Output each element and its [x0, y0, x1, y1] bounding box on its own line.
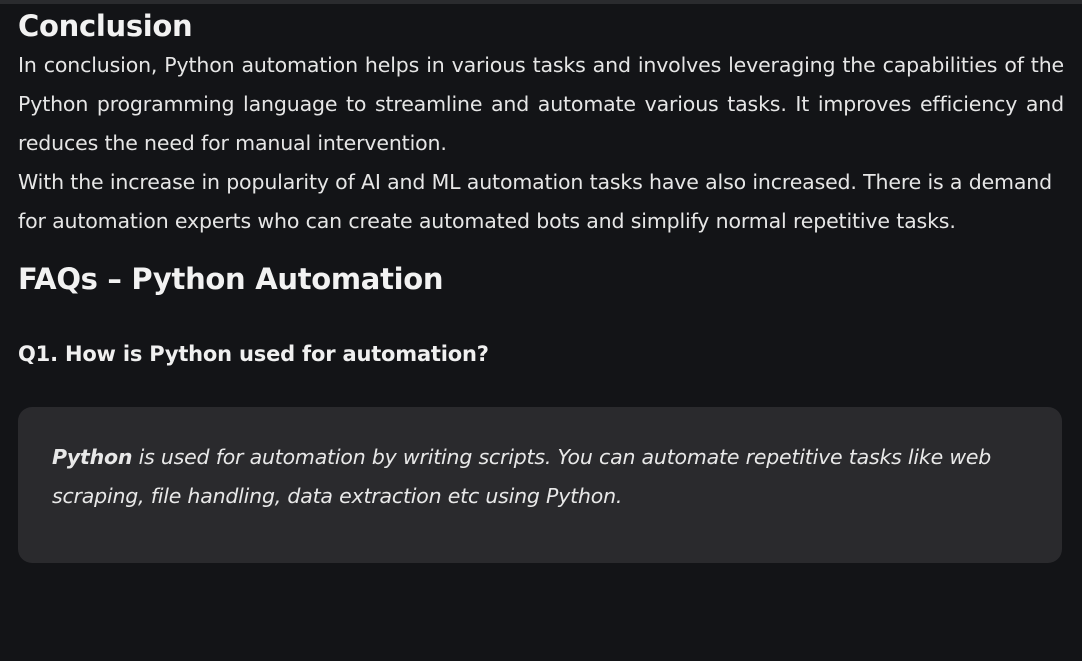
conclusion-paragraph-1: In conclusion, Python automation helps i…	[18, 53, 1064, 155]
faqs-heading: FAQs – Python Automation	[18, 262, 444, 296]
conclusion-heading: Conclusion	[18, 9, 193, 43]
article-content: Conclusion In conclusion, Python automat…	[18, 6, 1064, 563]
top-border-strip	[0, 0, 1082, 4]
faq-answer-text: Python is used for automation by writing…	[52, 438, 1028, 516]
faq-answer-box: Python is used for automation by writing…	[18, 407, 1062, 563]
faq-answer-body: is used for automation by writing script…	[52, 445, 992, 508]
faq-answer-bold-term: Python	[52, 445, 133, 469]
conclusion-paragraph-2: With the increase in popularity of AI an…	[18, 170, 1052, 233]
faq-question: Q1. How is Python used for automation?	[18, 342, 489, 366]
